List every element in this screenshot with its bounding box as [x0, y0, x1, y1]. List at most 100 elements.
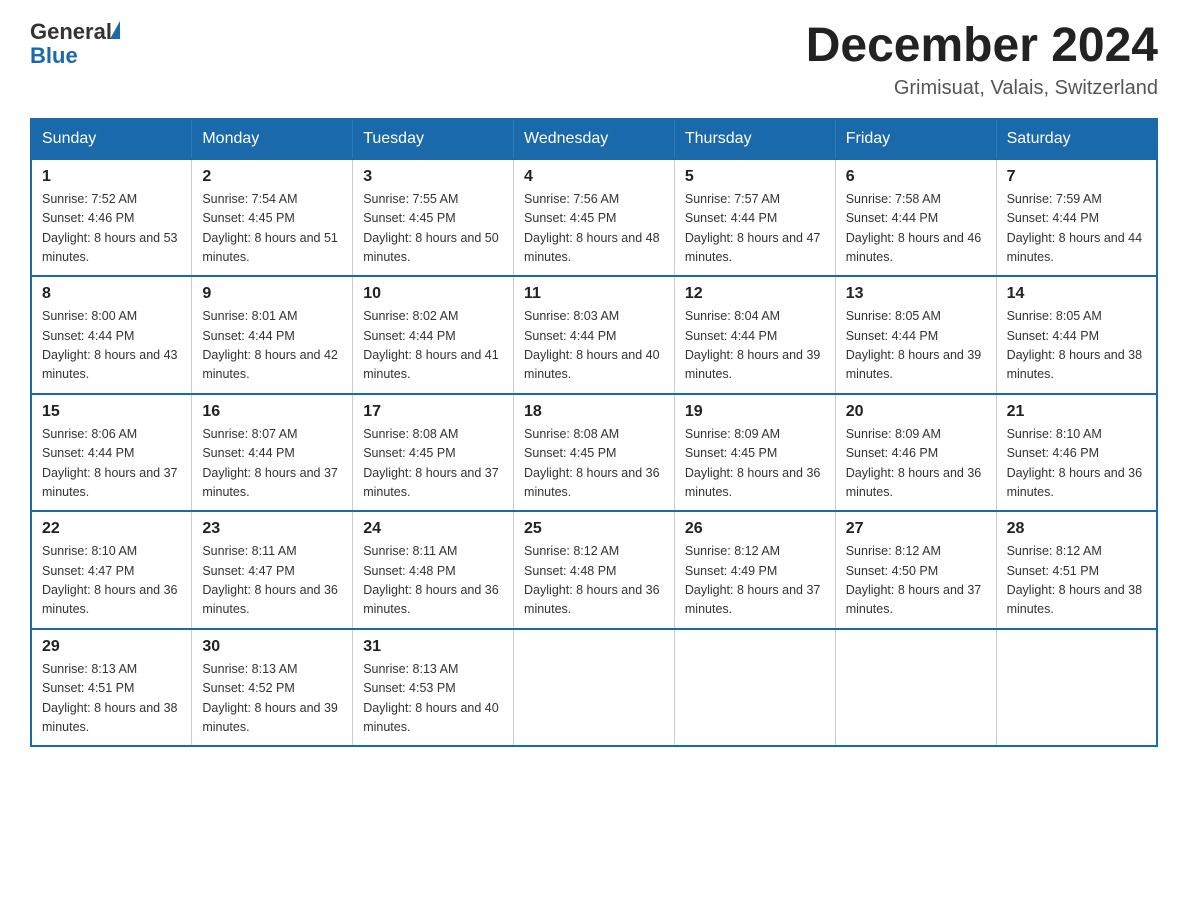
calendar-cell: 4 Sunrise: 7:56 AMSunset: 4:45 PMDaylight…: [514, 159, 675, 277]
day-number: 14: [1007, 285, 1146, 303]
calendar-cell: 17 Sunrise: 8:08 AMSunset: 4:45 PMDayligh…: [353, 394, 514, 512]
logo-triangle-icon: [110, 21, 120, 39]
day-info: Sunrise: 7:52 AMSunset: 4:46 PMDaylight:…: [42, 190, 181, 268]
calendar-cell: 31 Sunrise: 8:13 AMSunset: 4:53 PMDayligh…: [353, 629, 514, 747]
calendar-cell: [996, 629, 1157, 747]
day-number: 27: [846, 520, 986, 538]
header-tuesday: Tuesday: [353, 119, 514, 159]
day-number: 11: [524, 285, 664, 303]
calendar-cell: 9 Sunrise: 8:01 AMSunset: 4:44 PMDaylight…: [192, 276, 353, 394]
calendar-cell: [835, 629, 996, 747]
calendar-cell: 7Sunrise: 7:59 AMSunset: 4:44 PMDaylight…: [996, 159, 1157, 277]
day-info: Sunrise: 7:58 AMSunset: 4:44 PMDaylight:…: [846, 190, 986, 268]
calendar-cell: 16 Sunrise: 8:07 AMSunset: 4:44 PMDayligh…: [192, 394, 353, 512]
calendar-body: 1 Sunrise: 7:52 AMSunset: 4:46 PMDaylight…: [31, 159, 1157, 747]
day-number: 25: [524, 520, 664, 538]
day-number: 10: [363, 285, 503, 303]
day-number: 18: [524, 403, 664, 421]
day-info: Sunrise: 8:06 AMSunset: 4:44 PMDaylight:…: [42, 425, 181, 503]
calendar-cell: 3 Sunrise: 7:55 AMSunset: 4:45 PMDaylight…: [353, 159, 514, 277]
day-number: 6: [846, 168, 986, 186]
calendar-cell: [674, 629, 835, 747]
header-monday: Monday: [192, 119, 353, 159]
calendar-cell: 8 Sunrise: 8:00 AMSunset: 4:44 PMDaylight…: [31, 276, 192, 394]
week-row-2: 8 Sunrise: 8:00 AMSunset: 4:44 PMDaylight…: [31, 276, 1157, 394]
day-info: Sunrise: 8:11 AMSunset: 4:47 PMDaylight:…: [202, 542, 342, 620]
day-info: Sunrise: 8:04 AMSunset: 4:44 PMDaylight:…: [685, 307, 825, 385]
calendar-title: December 2024: [806, 20, 1158, 73]
header-sunday: Sunday: [31, 119, 192, 159]
header-saturday: Saturday: [996, 119, 1157, 159]
day-info: Sunrise: 8:13 AMSunset: 4:51 PMDaylight:…: [42, 660, 181, 738]
page-header: General Blue December 2024 Grimisuat, Va…: [30, 20, 1158, 100]
day-number: 30: [202, 638, 342, 656]
calendar-cell: 22Sunrise: 8:10 AMSunset: 4:47 PMDayligh…: [31, 511, 192, 629]
day-number: 7: [1007, 168, 1146, 186]
day-info: Sunrise: 8:01 AMSunset: 4:44 PMDaylight:…: [202, 307, 342, 385]
calendar-cell: 23Sunrise: 8:11 AMSunset: 4:47 PMDayligh…: [192, 511, 353, 629]
day-info: Sunrise: 7:54 AMSunset: 4:45 PMDaylight:…: [202, 190, 342, 268]
calendar-cell: 29Sunrise: 8:13 AMSunset: 4:51 PMDayligh…: [31, 629, 192, 747]
day-info: Sunrise: 7:55 AMSunset: 4:45 PMDaylight:…: [363, 190, 503, 268]
calendar-cell: 18 Sunrise: 8:08 AMSunset: 4:45 PMDayligh…: [514, 394, 675, 512]
calendar-cell: 26 Sunrise: 8:12 AMSunset: 4:49 PMDayligh…: [674, 511, 835, 629]
day-info: Sunrise: 7:56 AMSunset: 4:45 PMDaylight:…: [524, 190, 664, 268]
title-block: December 2024 Grimisuat, Valais, Switzer…: [806, 20, 1158, 100]
logo-general: General: [30, 20, 112, 44]
day-info: Sunrise: 8:11 AMSunset: 4:48 PMDaylight:…: [363, 542, 503, 620]
calendar-cell: 25 Sunrise: 8:12 AMSunset: 4:48 PMDayligh…: [514, 511, 675, 629]
calendar-cell: 5 Sunrise: 7:57 AMSunset: 4:44 PMDaylight…: [674, 159, 835, 277]
calendar-header: SundayMondayTuesdayWednesdayThursdayFrid…: [31, 119, 1157, 159]
day-info: Sunrise: 8:10 AMSunset: 4:46 PMDaylight:…: [1007, 425, 1146, 503]
header-friday: Friday: [835, 119, 996, 159]
day-number: 4: [524, 168, 664, 186]
day-number: 9: [202, 285, 342, 303]
day-info: Sunrise: 8:07 AMSunset: 4:44 PMDaylight:…: [202, 425, 342, 503]
day-number: 5: [685, 168, 825, 186]
day-number: 12: [685, 285, 825, 303]
day-number: 1: [42, 168, 181, 186]
logo: General Blue: [30, 20, 120, 68]
calendar-cell: 30 Sunrise: 8:13 AMSunset: 4:52 PMDayligh…: [192, 629, 353, 747]
day-number: 8: [42, 285, 181, 303]
day-number: 28: [1007, 520, 1146, 538]
week-row-3: 15Sunrise: 8:06 AMSunset: 4:44 PMDayligh…: [31, 394, 1157, 512]
day-number: 19: [685, 403, 825, 421]
day-number: 22: [42, 520, 181, 538]
day-number: 13: [846, 285, 986, 303]
day-info: Sunrise: 8:09 AMSunset: 4:45 PMDaylight:…: [685, 425, 825, 503]
week-row-5: 29Sunrise: 8:13 AMSunset: 4:51 PMDayligh…: [31, 629, 1157, 747]
day-number: 2: [202, 168, 342, 186]
calendar-cell: 19 Sunrise: 8:09 AMSunset: 4:45 PMDayligh…: [674, 394, 835, 512]
day-info: Sunrise: 8:13 AMSunset: 4:53 PMDaylight:…: [363, 660, 503, 738]
calendar-cell: 12 Sunrise: 8:04 AMSunset: 4:44 PMDayligh…: [674, 276, 835, 394]
logo-blue: Blue: [30, 44, 120, 68]
calendar-cell: 21Sunrise: 8:10 AMSunset: 4:46 PMDayligh…: [996, 394, 1157, 512]
calendar-cell: 11 Sunrise: 8:03 AMSunset: 4:44 PMDayligh…: [514, 276, 675, 394]
calendar-cell: 28Sunrise: 8:12 AMSunset: 4:51 PMDayligh…: [996, 511, 1157, 629]
day-number: 24: [363, 520, 503, 538]
day-info: Sunrise: 8:05 AMSunset: 4:44 PMDaylight:…: [1007, 307, 1146, 385]
header-wednesday: Wednesday: [514, 119, 675, 159]
calendar-cell: 27Sunrise: 8:12 AMSunset: 4:50 PMDayligh…: [835, 511, 996, 629]
day-info: Sunrise: 8:12 AMSunset: 4:49 PMDaylight:…: [685, 542, 825, 620]
day-info: Sunrise: 8:13 AMSunset: 4:52 PMDaylight:…: [202, 660, 342, 738]
day-info: Sunrise: 8:08 AMSunset: 4:45 PMDaylight:…: [524, 425, 664, 503]
day-info: Sunrise: 8:00 AMSunset: 4:44 PMDaylight:…: [42, 307, 181, 385]
calendar-cell: 2 Sunrise: 7:54 AMSunset: 4:45 PMDaylight…: [192, 159, 353, 277]
day-info: Sunrise: 8:03 AMSunset: 4:44 PMDaylight:…: [524, 307, 664, 385]
day-number: 16: [202, 403, 342, 421]
calendar-cell: 24 Sunrise: 8:11 AMSunset: 4:48 PMDayligh…: [353, 511, 514, 629]
day-number: 3: [363, 168, 503, 186]
day-number: 26: [685, 520, 825, 538]
day-number: 17: [363, 403, 503, 421]
calendar-cell: 10Sunrise: 8:02 AMSunset: 4:44 PMDayligh…: [353, 276, 514, 394]
day-number: 20: [846, 403, 986, 421]
calendar-cell: 15Sunrise: 8:06 AMSunset: 4:44 PMDayligh…: [31, 394, 192, 512]
week-row-4: 22Sunrise: 8:10 AMSunset: 4:47 PMDayligh…: [31, 511, 1157, 629]
day-number: 31: [363, 638, 503, 656]
day-info: Sunrise: 8:12 AMSunset: 4:48 PMDaylight:…: [524, 542, 664, 620]
calendar-cell: [514, 629, 675, 747]
day-info: Sunrise: 7:57 AMSunset: 4:44 PMDaylight:…: [685, 190, 825, 268]
day-info: Sunrise: 8:08 AMSunset: 4:45 PMDaylight:…: [363, 425, 503, 503]
